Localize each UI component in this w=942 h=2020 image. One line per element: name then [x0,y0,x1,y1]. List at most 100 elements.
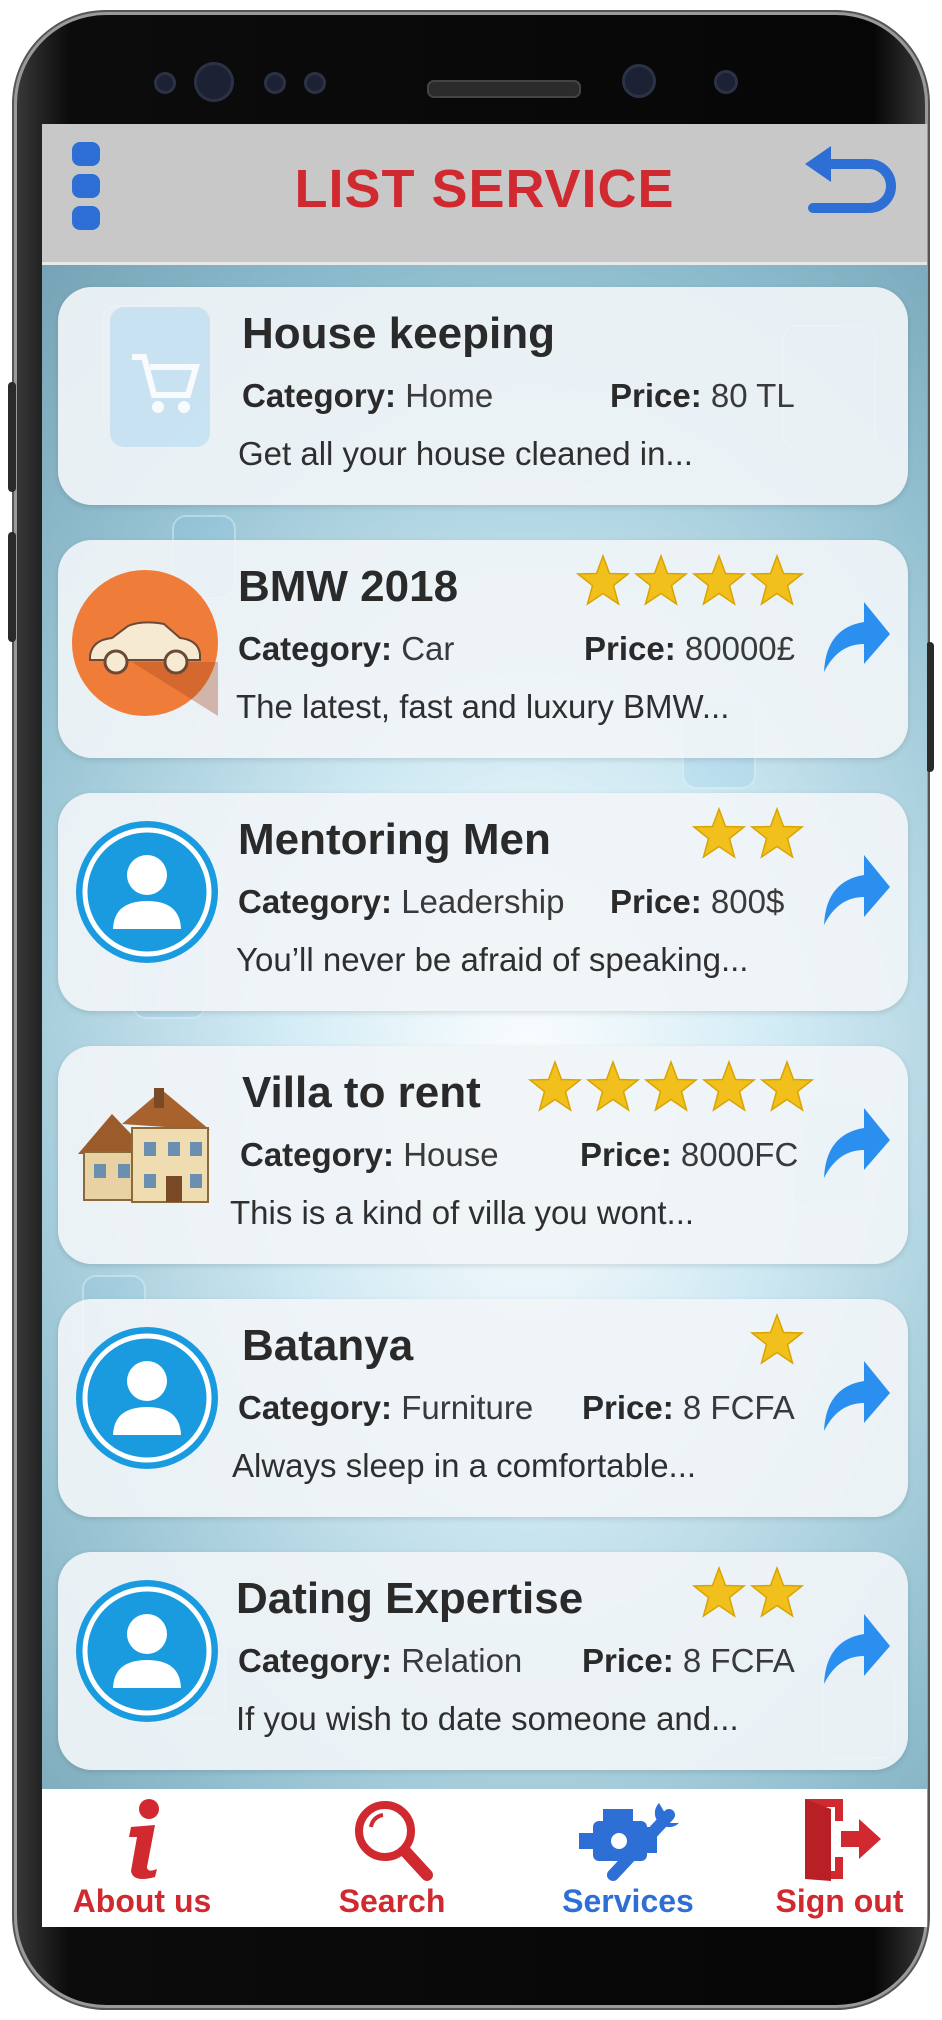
service-description: The latest, fast and luxury BMW... [236,688,730,725]
service-name: House keeping [242,309,555,358]
price-value: 80000£ [675,630,796,667]
star-icon [576,554,630,606]
service-description: This is a kind of villa you wont... [230,1194,695,1231]
star-icon [528,1060,582,1112]
share-arrow-icon [824,602,890,672]
service-price: Price: 80000£ [584,630,795,668]
star-icon [692,554,746,606]
service-card[interactable]: BMW 2018 Category: Car Price: 80000£ The… [58,540,908,758]
star-icon [586,1060,640,1112]
service-card[interactable]: House keeping Category: Home Price: 80 T… [58,287,908,505]
star-icon [750,1313,804,1365]
sensor-dot [304,72,326,94]
price-label: Price: [582,1642,674,1679]
info-icon [129,1799,159,1879]
page-title: LIST SERVICE [294,159,675,219]
share-button[interactable] [820,1104,892,1180]
category-value: Home [396,377,494,414]
sensor-dot [154,72,176,94]
user-avatar-icon [76,821,218,963]
category-label: Category: [238,1389,393,1426]
service-category: Category: Relation [238,1642,522,1680]
shopping-cart-icon [110,307,210,447]
tab-sign-out[interactable]: Sign out [752,1789,927,1927]
service-card[interactable]: Villa to rent Category: House Price: 800… [58,1046,908,1264]
service-description: You’ll never be afraid of speaking... [236,941,749,978]
undo-arrow-icon [805,146,896,213]
price-value: 8 FCFA [673,1389,795,1426]
share-arrow-icon [824,1108,890,1178]
share-button[interactable] [820,1357,892,1433]
service-price: Price: 80 TL [610,377,795,415]
volume-button [8,382,16,492]
app-screen: LIST SERVICE House keeping Category: Hom… [42,124,927,1927]
price-label: Price: [610,883,702,920]
star-icon [692,807,746,859]
star-icon [692,1566,746,1618]
service-card[interactable]: Mentoring Men Category: Leadership Price… [58,793,908,1011]
tab-search[interactable]: Search [292,1789,492,1927]
rating-stars [528,1060,814,1122]
service-description: Get all your house cleaned in... [238,435,693,472]
service-category: Category: Furniture [238,1389,533,1427]
price-label: Price: [610,377,702,414]
share-button[interactable] [820,598,892,674]
service-name: Mentoring Men [238,815,551,864]
tab-about-us[interactable]: About us [42,1789,242,1927]
front-camera [622,64,656,98]
exit-door-icon [804,1799,881,1881]
service-price: Price: 800$ [610,883,784,921]
phone-frame: LIST SERVICE House keeping Category: Hom… [8,12,934,2008]
share-button[interactable] [820,1610,892,1686]
service-name: BMW 2018 [238,562,459,611]
engine-wrench-icon [579,1803,679,1881]
category-label: Category: [238,1642,393,1679]
service-price: Price: 8 FCFA [582,1389,795,1427]
rating-stars [750,1313,804,1375]
service-category: Category: Leadership [238,883,565,921]
user-avatar-icon [76,1580,218,1722]
service-card[interactable]: Batanya Category: Furniture Price: 8 FCF… [58,1299,908,1517]
star-icon [702,1060,756,1112]
price-value: 8 FCFA [673,1642,795,1679]
star-icon [750,807,804,859]
service-description: If you wish to date someone and... [236,1700,739,1737]
rating-stars [576,554,804,616]
star-icon [750,554,804,606]
star-icon [634,554,688,606]
iris-sensor [194,62,234,102]
search-icon [355,1801,433,1881]
villa-icon [72,1084,218,1210]
price-value: 80 TL [701,377,795,414]
price-label: Price: [582,1389,674,1426]
bottom-tab-bar: About us Search Services Sign out [42,1789,927,1927]
car-icon [72,570,218,716]
share-button[interactable] [820,851,892,927]
tab-services[interactable]: Services [528,1789,728,1927]
category-value: Furniture [392,1389,534,1426]
sensor-dot [714,70,738,94]
price-value: 800$ [701,883,785,920]
tab-label: Services [562,1883,694,1919]
price-label: Price: [580,1136,672,1173]
app-header: LIST SERVICE [42,124,927,265]
service-name: Dating Expertise [236,1574,584,1623]
share-arrow-icon [824,855,890,925]
star-icon [750,1566,804,1618]
service-card[interactable]: Dating Expertise Category: Relation Pric… [58,1552,908,1770]
tab-label: Sign out [775,1883,904,1919]
service-description: Always sleep in a comfortable... [232,1447,697,1484]
bixby-button [8,532,16,642]
back-button[interactable] [799,146,899,230]
service-name: Villa to rent [242,1068,481,1117]
service-list[interactable]: House keeping Category: Home Price: 80 T… [42,265,927,1789]
star-icon [644,1060,698,1112]
category-value: House [394,1136,499,1173]
tab-label: Search [338,1883,446,1919]
category-label: Category: [240,1136,395,1173]
service-category: Category: Car [238,630,454,668]
star-icon [760,1060,814,1112]
service-price: Price: 8000FC [580,1136,798,1174]
earpiece-speaker [427,80,581,98]
rating-stars [692,1566,804,1628]
